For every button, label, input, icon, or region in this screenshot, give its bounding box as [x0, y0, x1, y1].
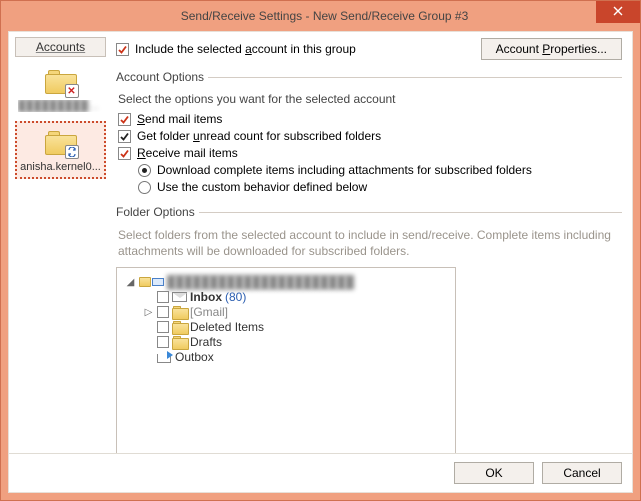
folder-icon	[172, 321, 187, 333]
account-properties-button[interactable]: Account Properties...	[481, 38, 622, 60]
radio-custom-behavior[interactable]: Use the custom behavior defined below	[138, 180, 622, 194]
disabled-badge-icon: ✕	[65, 84, 79, 98]
checkbox-icon	[116, 43, 129, 56]
dialog-window: Send/Receive Settings - New Send/Receive…	[0, 0, 641, 501]
download-mode-radios: Download complete items including attach…	[138, 163, 622, 194]
radio-download-label: Download complete items including attach…	[157, 163, 532, 177]
unread-count-checkbox[interactable]: Get folder unread count for subscribed f…	[118, 129, 622, 143]
window-title: Send/Receive Settings - New Send/Receive…	[9, 9, 640, 23]
tree-item-inbox[interactable]: Inbox (80)	[143, 290, 447, 304]
collapse-icon[interactable]: ◢	[125, 277, 136, 288]
folder-options-legend: Folder Options	[116, 205, 199, 219]
accounts-header: Accounts	[15, 37, 106, 57]
folder-label: Outbox	[175, 350, 214, 364]
dialog-footer: OK Cancel	[9, 453, 632, 492]
folder-checkbox[interactable]	[157, 291, 169, 303]
account-options-desc: Select the options you want for the sele…	[118, 92, 622, 106]
folder-options-group: Folder Options Select folders from the s…	[116, 205, 622, 453]
checkbox-icon	[118, 147, 131, 160]
top-row: Include the selected account in this gro…	[116, 38, 622, 60]
settings-panel: Include the selected account in this gro…	[112, 32, 632, 453]
folder-checkbox[interactable]	[157, 336, 169, 348]
folder-icon	[172, 306, 187, 318]
tree-item-gmail[interactable]: ▷ [Gmail]	[143, 305, 447, 319]
close-icon	[613, 5, 623, 19]
account-options-legend: Account Options	[116, 70, 208, 84]
unread-count-label: Get folder unread count for subscribed f…	[137, 129, 381, 143]
titlebar: Send/Receive Settings - New Send/Receive…	[1, 1, 640, 31]
include-account-checkbox[interactable]: Include the selected account in this gro…	[116, 42, 356, 56]
radio-download-complete[interactable]: Download complete items including attach…	[138, 163, 622, 177]
ok-button[interactable]: OK	[454, 462, 534, 484]
cancel-button[interactable]: Cancel	[542, 462, 622, 484]
folder-label: Drafts	[190, 335, 222, 349]
account-label: anisha.kernel0...	[19, 161, 102, 173]
radio-custom-label: Use the custom behavior defined below	[157, 180, 367, 194]
radio-icon	[138, 164, 151, 177]
tree-item-outbox[interactable]: Outbox	[143, 350, 447, 364]
accounts-panel: Accounts ✕ ████████████ anis	[9, 32, 112, 453]
folder-tree[interactable]: ◢ ██████████████████████	[116, 267, 456, 453]
mailbox-icon	[139, 277, 164, 287]
folder-label: [Gmail]	[190, 305, 228, 319]
tree-root[interactable]: ◢ ██████████████████████	[125, 275, 447, 289]
sync-badge-icon	[65, 145, 79, 159]
account-label: ████████████	[18, 100, 103, 112]
account-folder-icon: ✕	[45, 70, 77, 96]
folder-count: (80)	[225, 290, 246, 304]
outbox-icon	[157, 351, 172, 363]
main-area: Accounts ✕ ████████████ anis	[9, 32, 632, 453]
expand-icon[interactable]: ▷	[143, 307, 154, 318]
folder-checkbox[interactable]	[157, 306, 169, 318]
close-button[interactable]	[596, 1, 640, 23]
tree-item-drafts[interactable]: Drafts	[143, 335, 447, 349]
receive-mail-label: Receive mail items	[137, 146, 238, 160]
folder-options-desc: Select folders from the selected account…	[118, 227, 622, 259]
send-mail-label: Send mail items	[137, 112, 222, 126]
account-item-0[interactable]: ✕ ████████████	[15, 61, 106, 117]
send-mail-checkbox[interactable]: Send mail items	[118, 112, 622, 126]
folder-icon	[172, 336, 187, 348]
include-account-label: Include the selected account in this gro…	[135, 42, 356, 56]
radio-icon	[138, 181, 151, 194]
checkbox-icon	[118, 113, 131, 126]
folder-label: Deleted Items	[190, 320, 264, 334]
dialog-body: Accounts ✕ ████████████ anis	[8, 31, 633, 493]
account-folder-icon	[45, 131, 77, 157]
account-options-group: Account Options Select the options you w…	[116, 70, 622, 197]
folder-checkbox[interactable]	[157, 321, 169, 333]
folder-label: Inbox	[190, 290, 222, 304]
checkbox-icon	[118, 130, 131, 143]
envelope-icon	[172, 292, 187, 302]
tree-item-deleted[interactable]: Deleted Items	[143, 320, 447, 334]
account-item-1[interactable]: anisha.kernel0...	[15, 121, 106, 179]
receive-mail-checkbox[interactable]: Receive mail items	[118, 146, 622, 160]
tree-root-label: ██████████████████████	[167, 275, 354, 289]
